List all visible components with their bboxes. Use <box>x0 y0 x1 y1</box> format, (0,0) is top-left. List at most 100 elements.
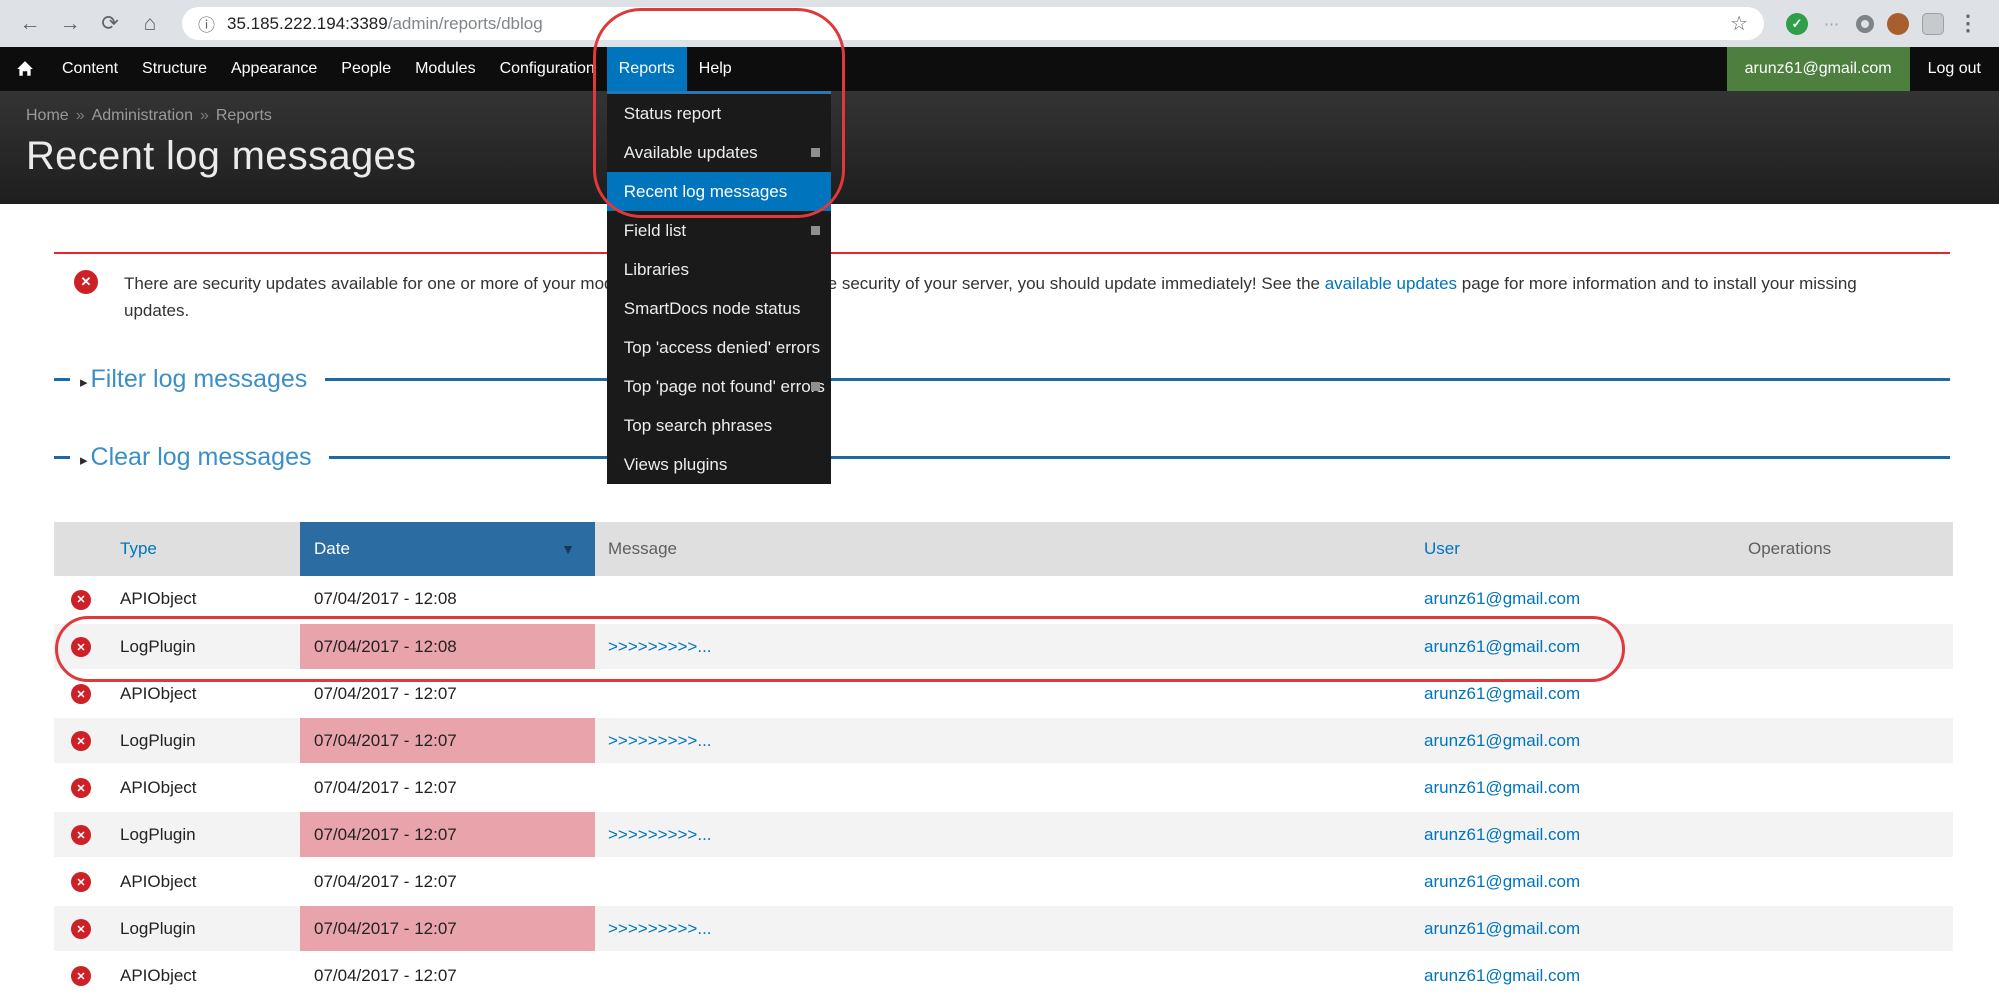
toolbar-item-help[interactable]: Help <box>687 47 744 91</box>
table-row: ✕ APIObject 07/04/2017 - 12:08 arunz61@g… <box>54 576 1953 623</box>
table-row-annotated: ✕ LogPlugin 07/04/2017 - 12:08 >>>>>>>>>… <box>54 623 1953 670</box>
breadcrumb: Home»Administration»Reports <box>26 107 1999 125</box>
toolbar-item-structure[interactable]: Structure <box>130 47 219 91</box>
menu-item-top-page-not-found-errors[interactable]: Top 'page not found' errors <box>607 367 831 406</box>
log-type: APIObject <box>108 858 300 905</box>
log-user-link[interactable]: arunz61@gmail.com <box>1424 872 1580 891</box>
fieldset-border-rule <box>325 378 1950 381</box>
toolbar-item-appearance[interactable]: Appearance <box>219 47 329 91</box>
log-type: APIObject <box>108 576 300 623</box>
menu-item-libraries[interactable]: Libraries <box>607 250 831 289</box>
logout-link[interactable]: Log out <box>1910 47 1999 91</box>
check-icon: ✓ <box>1792 16 1803 32</box>
toolbar-item-reports-label: Reports <box>619 60 675 78</box>
log-user-link[interactable]: arunz61@gmail.com <box>1424 966 1580 985</box>
table-row: ✕ LogPlugin 07/04/2017 - 12:07 >>>>>>>>>… <box>54 905 1953 952</box>
menu-item-recent-log-messages[interactable]: Recent log messages <box>607 172 831 211</box>
menu-item-available-updates[interactable]: Available updates <box>607 133 831 172</box>
toolbar-item-modules[interactable]: Modules <box>403 47 487 91</box>
toolbar-item-configuration[interactable]: Configuration <box>488 47 607 91</box>
extension-icon-green-check[interactable]: ✓ <box>1786 13 1808 35</box>
fieldset-border-dash <box>54 378 70 381</box>
log-operations <box>1735 623 1953 670</box>
log-date: 07/04/2017 - 12:08 <box>300 576 595 623</box>
extension-icon-dots[interactable]: ⋯ <box>1821 13 1843 35</box>
log-message-link[interactable]: >>>>>>>>>... <box>608 731 712 750</box>
log-operations <box>1735 576 1953 623</box>
house-icon <box>16 60 34 78</box>
log-type: LogPlugin <box>108 623 300 670</box>
log-operations <box>1735 952 1953 999</box>
extension-icon-gray-ring[interactable] <box>1856 15 1874 33</box>
clear-log-messages-toggle[interactable]: ▸ Clear log messages <box>80 443 311 472</box>
update-indicator-icon <box>811 382 820 391</box>
log-user-link[interactable]: arunz61@gmail.com <box>1424 731 1580 750</box>
log-date: 07/04/2017 - 12:07 <box>300 952 595 999</box>
menu-item-top-search-phrases[interactable]: Top search phrases <box>607 406 831 445</box>
log-operations <box>1735 764 1953 811</box>
error-icon: ✕ <box>71 966 91 986</box>
log-user-link[interactable]: arunz61@gmail.com <box>1424 589 1580 608</box>
log-date: 07/04/2017 - 12:07 <box>300 670 595 717</box>
menu-item-field-list[interactable]: Field list <box>607 211 831 250</box>
clear-log-messages-fieldset: ▸ Clear log messages <box>54 440 1950 474</box>
error-icon: ✕ <box>71 684 91 704</box>
log-message-link[interactable]: >>>>>>>>>... <box>608 825 712 844</box>
reload-icon[interactable]: ⟳ <box>94 11 126 36</box>
log-user-link[interactable]: arunz61@gmail.com <box>1424 919 1580 938</box>
account-badge[interactable]: arunz61@gmail.com <box>1727 47 1910 91</box>
url-text: 35.185.222.194:3389/admin/reports/dblog <box>227 14 543 34</box>
log-user-link[interactable]: arunz61@gmail.com <box>1424 825 1580 844</box>
sort-by-type-link[interactable]: Type <box>120 539 157 558</box>
log-operations <box>1735 905 1953 952</box>
menu-item-smartdocs-node-status[interactable]: SmartDocs node status <box>607 289 831 328</box>
collapsed-arrow-icon: ▸ <box>80 373 88 391</box>
collapsed-arrow-icon: ▸ <box>80 451 88 469</box>
warning-text: There are security updates available for… <box>124 270 1910 324</box>
log-user-link[interactable]: arunz61@gmail.com <box>1424 684 1580 703</box>
breadcrumb-administration-link[interactable]: Administration <box>92 107 193 124</box>
menu-item-top-access-denied-errors[interactable]: Top 'access denied' errors <box>607 328 831 367</box>
table-row: ✕ APIObject 07/04/2017 - 12:07 arunz61@g… <box>54 858 1953 905</box>
page-info-icon[interactable]: ⓘ <box>198 11 215 36</box>
browser-menu-icon[interactable]: ⋮ <box>1957 11 1979 36</box>
update-indicator-icon <box>811 226 820 235</box>
browser-home-icon[interactable]: ⌂ <box>134 12 166 36</box>
log-message-link[interactable]: >>>>>>>>>... <box>608 637 712 656</box>
table-header-row: Type Date▼ Message User Operations <box>54 522 1953 576</box>
forward-icon[interactable]: → <box>54 12 86 36</box>
extension-icon-gray-square[interactable] <box>1922 13 1944 35</box>
breadcrumb-reports-link[interactable]: Reports <box>216 107 272 124</box>
url-path: /admin/reports/dblog <box>388 14 543 33</box>
filter-log-messages-toggle[interactable]: ▸ Filter log messages <box>80 365 307 394</box>
log-user-link[interactable]: arunz61@gmail.com <box>1424 637 1580 656</box>
log-message-link[interactable]: >>>>>>>>>... <box>608 919 712 938</box>
breadcrumb-separator: » <box>76 107 85 124</box>
error-icon: ✕ <box>71 872 91 892</box>
error-icon: ✕ <box>71 637 91 657</box>
log-type: APIObject <box>108 952 300 999</box>
sort-by-user-link[interactable]: User <box>1424 539 1460 558</box>
admin-toolbar: Content Structure Appearance People Modu… <box>0 47 1999 91</box>
breadcrumb-home-link[interactable]: Home <box>26 107 69 124</box>
available-updates-link[interactable]: available updates <box>1325 274 1457 293</box>
toolbar-item-reports[interactable]: Reports Status report Available updates … <box>607 47 687 91</box>
address-bar[interactable]: ⓘ 35.185.222.194:3389/admin/reports/dblo… <box>182 7 1764 40</box>
menu-item-views-plugins[interactable]: Views plugins <box>607 445 831 484</box>
table-row: ✕ LogPlugin 07/04/2017 - 12:07 >>>>>>>>>… <box>54 811 1953 858</box>
main-content: ✕ There are security updates available f… <box>54 252 1950 1000</box>
log-operations <box>1735 858 1953 905</box>
drupal-home-icon[interactable] <box>0 47 50 91</box>
bookmark-star-icon[interactable]: ☆ <box>1730 11 1748 36</box>
back-icon[interactable]: ← <box>14 12 46 36</box>
log-date: 07/04/2017 - 12:07 <box>300 717 595 764</box>
log-user-link[interactable]: arunz61@gmail.com <box>1424 778 1580 797</box>
toolbar-item-people[interactable]: People <box>329 47 403 91</box>
toolbar-item-content[interactable]: Content <box>50 47 130 91</box>
log-type: APIObject <box>108 764 300 811</box>
extension-icon-orange[interactable] <box>1887 13 1909 35</box>
error-icon: ✕ <box>71 825 91 845</box>
error-icon: ✕ <box>74 270 98 294</box>
date-column-header[interactable]: Date▼ <box>300 522 595 576</box>
menu-item-status-report[interactable]: Status report <box>607 94 831 133</box>
